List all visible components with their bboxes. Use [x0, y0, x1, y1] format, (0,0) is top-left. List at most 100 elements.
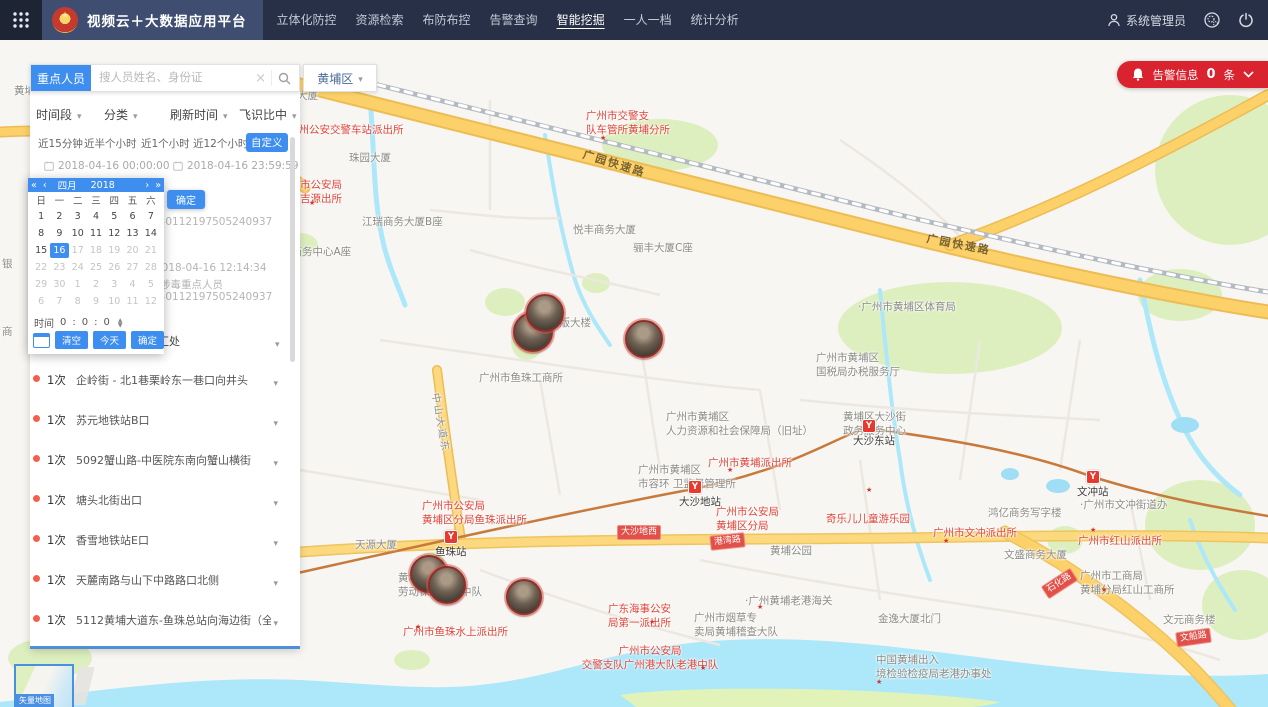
calendar-day[interactable]: 28 [142, 260, 160, 275]
capture-location-row[interactable]: 1次 企岭街 - 北1巷栗岭东一巷口向井头 [30, 360, 300, 400]
calendar-day[interactable]: 10 [105, 294, 123, 309]
minimap-mode-badge[interactable]: 矢量地图 [16, 694, 54, 707]
calendar-day[interactable]: 2 [87, 277, 105, 292]
calendar-day[interactable]: 10 [69, 226, 87, 241]
calendar-day[interactable]: 8 [32, 226, 50, 241]
hour-value[interactable]: 0 [60, 317, 66, 328]
capture-location-row[interactable]: 1次 天麓南路与山下中路路口北侧 [30, 560, 300, 600]
search-icon[interactable] [272, 72, 299, 85]
calendar-day[interactable]: 7 [50, 294, 68, 309]
calendar-day[interactable]: 7 [142, 209, 160, 224]
power-icon[interactable] [1238, 12, 1254, 28]
expand-chevron-icon[interactable] [273, 371, 278, 390]
quick-range-button[interactable]: 近15分钟 [38, 136, 83, 151]
nav-item[interactable]: 资源检索 [356, 1, 404, 39]
prev-month-arrow[interactable]: ‹ [40, 180, 50, 191]
capture-location-row[interactable]: 1次 塘头北街出口 [30, 480, 300, 520]
calendar-year[interactable]: 2018 [91, 180, 115, 191]
expand-chevron-icon[interactable] [273, 571, 278, 590]
filter-dropdown[interactable]: 刷新时间 [170, 106, 228, 123]
capture-location-row[interactable]: 1次 5092蟹山路-中医院东南向蟹山横街 [30, 440, 300, 480]
search-input[interactable] [91, 65, 250, 91]
calendar-day[interactable]: 8 [69, 294, 87, 309]
quick-range-button[interactable]: 近12个小时 [193, 136, 248, 151]
calendar-day[interactable]: 12 [105, 226, 123, 241]
calendar-day[interactable]: 17 [69, 243, 87, 258]
calendar-day[interactable]: 26 [105, 260, 123, 275]
calendar-day[interactable]: 20 [123, 243, 141, 258]
person-avatar-marker[interactable] [428, 566, 466, 604]
calendar-day[interactable]: 23 [50, 260, 68, 275]
calendar-day[interactable]: 5 [142, 277, 160, 292]
calendar-day[interactable]: 25 [87, 260, 105, 275]
calendar-day[interactable]: 1 [32, 209, 50, 224]
prev-year-arrow[interactable]: « [28, 180, 40, 191]
filter-dropdown[interactable]: 飞识比中 [239, 106, 297, 123]
app-grid-icon[interactable] [0, 0, 42, 40]
person-avatar-marker[interactable] [625, 320, 663, 358]
nav-item[interactable]: 智能挖掘 [557, 1, 605, 39]
calendar-day[interactable]: 9 [50, 226, 68, 241]
end-datetime-field[interactable]: 2018-04-16 23:59:59 [173, 160, 299, 172]
calendar-day[interactable]: 13 [123, 226, 141, 241]
calendar-day[interactable]: 24 [69, 260, 87, 275]
calendar-day[interactable]: 6 [123, 209, 141, 224]
quick-range-button[interactable]: 自定义 [246, 133, 288, 152]
calendar-day[interactable]: 1 [69, 277, 87, 292]
user-menu[interactable]: 系统管理员 [1107, 12, 1186, 29]
filter-dropdown[interactable]: 分类 [104, 106, 138, 123]
calendar-day[interactable]: 2 [50, 209, 68, 224]
calendar-day[interactable]: 18 [87, 243, 105, 258]
calendar-day[interactable]: 11 [123, 294, 141, 309]
alert-info-pill[interactable]: 告警信息 0 条 [1117, 61, 1268, 88]
ok-button[interactable]: 确定 [131, 331, 164, 349]
nav-item[interactable]: 布防布控 [423, 1, 471, 39]
calendar-month[interactable]: 四月 [58, 178, 77, 192]
today-button[interactable]: 今天 [93, 331, 126, 349]
calendar-day[interactable]: 4 [123, 277, 141, 292]
calendar-day[interactable]: 9 [87, 294, 105, 309]
capture-location-row[interactable]: 1次 5112黄埔大道东-鱼珠总站向海边街（全） [30, 600, 300, 640]
expand-chevron-icon[interactable] [273, 611, 278, 630]
person-avatar-marker[interactable] [506, 579, 542, 615]
expand-chevron-icon[interactable] [273, 451, 278, 470]
calendar-day[interactable]: 14 [142, 226, 160, 241]
calendar-day[interactable]: 27 [123, 260, 141, 275]
calendar-day[interactable]: 30 [50, 277, 68, 292]
capture-location-row[interactable]: 1次 香雪地铁站E口 [30, 520, 300, 560]
calendar-day[interactable]: 29 [32, 277, 50, 292]
minimap[interactable]: 矢量地图 [14, 664, 74, 707]
filter-dropdown[interactable]: 时间段 [36, 106, 82, 123]
clear-search-icon[interactable]: × [250, 71, 271, 86]
calendar-day[interactable]: 5 [105, 209, 123, 224]
calendar-day[interactable]: 15 [32, 243, 50, 258]
time-stepper[interactable]: ▲▼ [118, 318, 123, 328]
search-category-button[interactable]: 重点人员 [31, 65, 91, 91]
start-datetime-field[interactable]: 2018-04-16 00:00:00 [44, 160, 170, 172]
calendar-day[interactable]: 16 [50, 243, 68, 258]
expand-chevron-icon[interactable] [273, 491, 278, 510]
calendar-day[interactable]: 22 [32, 260, 50, 275]
next-month-arrow[interactable]: › [142, 180, 152, 191]
expand-chevron-icon[interactable] [273, 531, 278, 550]
second-value[interactable]: 0 [104, 317, 110, 328]
nav-item[interactable]: 统计分析 [691, 1, 739, 39]
panel-scrollbar[interactable] [290, 137, 295, 362]
calendar-day[interactable]: 11 [87, 226, 105, 241]
calendar-day[interactable]: 6 [32, 294, 50, 309]
calendar-day[interactable]: 12 [142, 294, 160, 309]
calendar-day[interactable]: 3 [69, 209, 87, 224]
quick-range-button[interactable]: 近1个小时 [141, 136, 190, 151]
person-avatar-marker[interactable] [526, 294, 564, 332]
minute-value[interactable]: 0 [82, 317, 88, 328]
next-year-arrow[interactable]: » [152, 180, 164, 191]
calendar-grid-icon[interactable] [33, 333, 50, 348]
nav-item[interactable]: 一人一档 [624, 1, 672, 39]
calendar-day[interactable]: 3 [105, 277, 123, 292]
capture-location-row[interactable]: 1次 苏元地铁站B口 [30, 400, 300, 440]
clear-button[interactable]: 清空 [55, 331, 88, 349]
expand-chevron-icon[interactable] [273, 411, 278, 430]
calendar-day[interactable]: 4 [87, 209, 105, 224]
nav-item[interactable]: 立体化防控 [277, 1, 337, 39]
settings-icon[interactable] [1203, 11, 1221, 29]
